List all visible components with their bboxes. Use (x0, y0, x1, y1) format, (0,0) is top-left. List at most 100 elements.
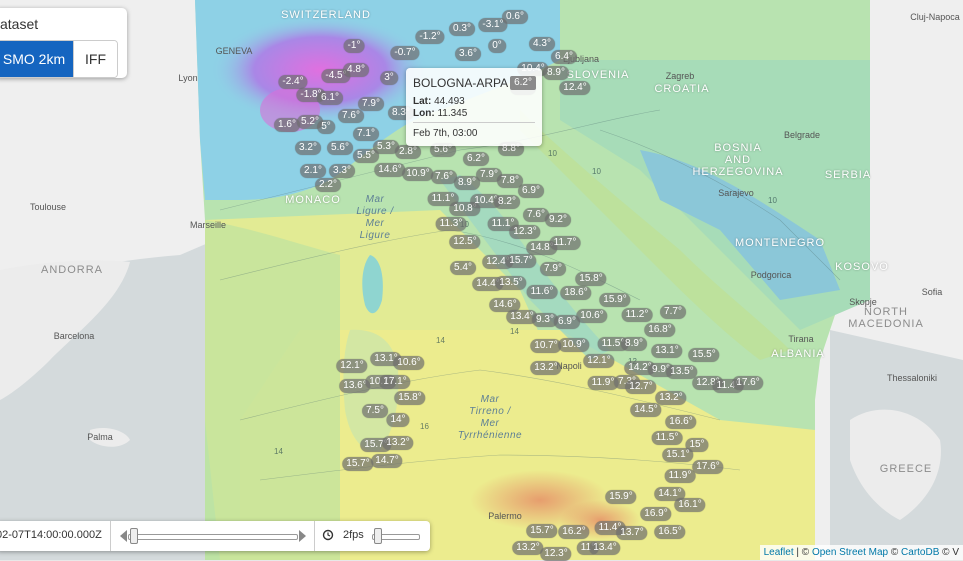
station-temperature-marker[interactable]: -2.4° (278, 75, 308, 89)
station-temperature-marker[interactable]: 3.6° (455, 47, 481, 61)
station-temperature-marker[interactable]: 13.4° (589, 541, 621, 555)
station-temperature-marker[interactable]: 7.1° (353, 127, 379, 141)
station-temperature-marker[interactable]: 12.7° (625, 380, 657, 394)
station-temperature-marker[interactable]: 13.1° (651, 344, 683, 358)
station-temperature-marker[interactable]: 12.4° (559, 81, 591, 95)
dataset-button-cosmo-2km[interactable]: SMO 2km (0, 41, 73, 77)
loop-icon[interactable] (322, 529, 334, 541)
station-temperature-marker[interactable]: 14.7° (371, 454, 403, 468)
station-temperature-marker[interactable]: 5° (317, 120, 335, 134)
station-temperature-marker[interactable]: 4.8° (343, 63, 369, 77)
station-temperature-marker[interactable]: 16.9° (640, 507, 672, 521)
station-temperature-marker[interactable]: 7.7° (660, 305, 686, 319)
station-temperature-marker[interactable]: 1.6° (274, 118, 300, 132)
station-temperature-marker[interactable]: 12.1° (336, 359, 368, 373)
station-temperature-marker[interactable]: 13.7° (616, 526, 648, 540)
station-temperature-marker[interactable]: 0.3° (449, 22, 475, 36)
station-temperature-marker[interactable]: 12.3° (509, 225, 541, 239)
station-temperature-marker[interactable]: -1° (343, 39, 365, 53)
station-temperature-marker[interactable]: 16.2° (558, 525, 590, 539)
station-temperature-marker[interactable]: 10.9° (402, 167, 434, 181)
station-temperature-marker[interactable]: 14.6° (374, 163, 406, 177)
station-temperature-marker[interactable]: 8.9° (543, 66, 569, 80)
openstreetmap-link[interactable]: Open Street Map (812, 547, 888, 558)
fps-slider[interactable] (370, 528, 422, 544)
station-temperature-marker[interactable]: 16.8° (644, 323, 676, 337)
station-temperature-marker[interactable]: 11.7° (549, 236, 581, 250)
station-temperature-marker[interactable]: 11.6° (526, 285, 558, 299)
station-temperature-marker[interactable]: 8.9° (454, 176, 480, 190)
station-temperature-marker[interactable]: 11.3° (435, 217, 467, 231)
station-temperature-marker[interactable]: 18.6° (560, 286, 592, 300)
station-temperature-marker[interactable]: -1.2° (415, 30, 445, 44)
station-temperature-marker[interactable]: 16.5° (654, 525, 686, 539)
station-temperature-marker[interactable]: 16.6° (665, 415, 697, 429)
station-temperature-marker[interactable]: 7.9° (358, 97, 384, 111)
station-temperature-marker[interactable]: 5.6° (327, 141, 353, 155)
station-temperature-marker[interactable]: 6.4° (551, 50, 577, 64)
station-temperature-marker[interactable]: 11.2° (621, 308, 653, 322)
station-temperature-marker[interactable]: 15.8° (575, 272, 607, 286)
station-temperature-marker[interactable]: 10.6° (576, 309, 608, 323)
station-temperature-marker[interactable]: 15.7° (526, 524, 558, 538)
station-temperature-marker[interactable]: 13.2° (530, 361, 562, 375)
station-temperature-marker[interactable]: 13.5° (666, 365, 698, 379)
station-temperature-marker[interactable]: -0.7° (390, 46, 420, 60)
time-dimension-control: 02-07T14:00:00.000Z 2fps (0, 521, 430, 551)
station-temperature-marker[interactable]: 17.6° (692, 460, 724, 474)
station-temperature-marker[interactable]: 7.6° (338, 109, 364, 123)
leaflet-link[interactable]: Leaflet (764, 547, 794, 558)
station-temperature-marker[interactable]: 17.6° (732, 376, 764, 390)
station-temperature-marker[interactable]: 0° (488, 39, 506, 53)
station-temperature-marker[interactable]: 11.5° (651, 431, 683, 445)
station-temperature-marker[interactable]: 16.1° (674, 498, 706, 512)
station-temperature-marker[interactable]: 14° (386, 413, 410, 427)
station-temperature-marker[interactable]: 3.3° (329, 164, 355, 178)
station-temperature-marker[interactable]: 2.8° (395, 145, 421, 159)
station-temperature-marker[interactable]: 10.9° (558, 338, 590, 352)
station-temperature-marker[interactable]: 0.6° (502, 10, 528, 24)
station-temperature-marker[interactable]: 8.2° (494, 195, 520, 209)
time-slider[interactable] (120, 528, 306, 544)
station-temperature-marker[interactable]: 13.5° (495, 276, 527, 290)
station-temperature-marker[interactable]: 15.1° (662, 448, 694, 462)
station-temperature-marker[interactable]: 12.5° (449, 235, 481, 249)
station-temperature-marker[interactable]: 15.5° (688, 348, 720, 362)
station-temperature-marker[interactable]: 13.2° (382, 436, 414, 450)
station-temperature-marker[interactable]: 5.4° (450, 261, 476, 275)
station-temperature-marker[interactable]: 5.5° (353, 149, 379, 163)
station-temperature-marker[interactable]: 2.2° (315, 178, 341, 192)
time-slider-thumb[interactable] (130, 528, 138, 544)
station-temperature-marker[interactable]: 14.5° (630, 403, 662, 417)
station-temperature-marker[interactable]: 10.7° (530, 339, 562, 353)
time-end-marker-icon[interactable] (299, 530, 306, 542)
station-temperature-marker[interactable]: 15.7° (342, 457, 374, 471)
station-temperature-marker[interactable]: 7.9° (540, 262, 566, 276)
station-temperature-marker[interactable]: 10.6° (393, 356, 425, 370)
station-temperature-marker[interactable]: 15.7° (505, 254, 537, 268)
station-temperature-marker[interactable]: 7.5° (362, 404, 388, 418)
cartodb-link[interactable]: CartoDB (901, 547, 939, 558)
time-start-marker-icon[interactable] (120, 530, 127, 542)
station-temperature-marker[interactable]: 6.1° (317, 91, 343, 105)
station-temperature-marker[interactable]: 6.9° (518, 184, 544, 198)
station-temperature-marker[interactable]: 15.9° (599, 293, 631, 307)
fps-slider-thumb[interactable] (374, 528, 382, 544)
station-temperature-marker[interactable]: 3.2° (295, 141, 321, 155)
station-temperature-marker[interactable]: 12.3° (540, 547, 572, 561)
station-temperature-marker[interactable]: 9.2° (545, 213, 571, 227)
station-temperature-marker[interactable]: 11.9° (664, 469, 696, 483)
station-temperature-marker[interactable]: 2.1° (300, 164, 326, 178)
station-temperature-marker[interactable]: 13.2° (655, 391, 687, 405)
station-temperature-marker[interactable]: 15.9° (605, 490, 637, 504)
station-temperature-marker[interactable]: 3° (380, 71, 398, 85)
station-temperature-marker[interactable]: 8.9° (621, 337, 647, 351)
station-temperature-marker[interactable]: 17.1° (379, 375, 411, 389)
station-temperature-marker[interactable]: 15.8° (394, 391, 426, 405)
station-temperature-marker[interactable]: 4.3° (529, 37, 555, 51)
station-temperature-marker[interactable]: 6.2° (463, 152, 489, 166)
station-temperature-marker[interactable]: 12.1° (583, 354, 615, 368)
dataset-button-iff[interactable]: IFF (73, 41, 117, 77)
current-time-display[interactable]: 02-07T14:00:00.000Z (0, 529, 102, 541)
station-temperature-marker[interactable]: 13.2° (512, 541, 544, 555)
